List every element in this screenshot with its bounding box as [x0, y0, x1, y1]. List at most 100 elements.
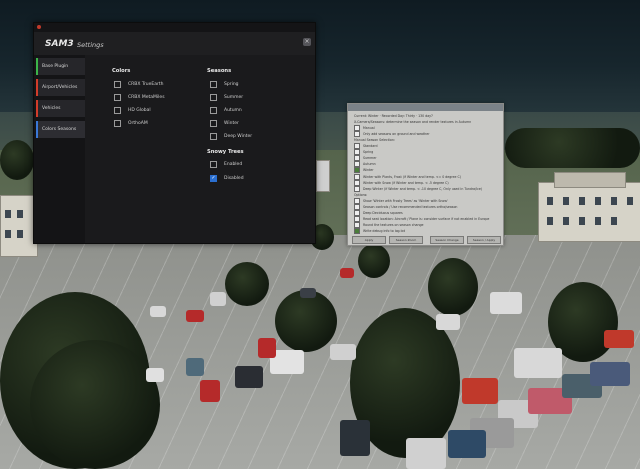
option-label: Autumn: [224, 108, 242, 113]
dialog-line-text: Summer: [363, 156, 377, 161]
building-right: [538, 182, 640, 242]
status-strip: [36, 58, 38, 75]
colors-heading: Colors: [112, 68, 131, 74]
car: [150, 306, 166, 317]
tree: [275, 290, 337, 352]
checkbox[interactable]: [210, 120, 217, 127]
status-strip: [36, 121, 38, 138]
checkbox[interactable]: [210, 107, 217, 114]
sidebar-item-label: Vehicles: [42, 106, 61, 111]
settings-panel: Colors CRBX TrueEarth CRBX MetaMiles HD …: [85, 55, 315, 243]
checkbox[interactable]: [354, 227, 360, 234]
car: [406, 438, 446, 469]
car: [210, 292, 226, 306]
building-mid: [316, 160, 330, 192]
tree: [428, 258, 478, 316]
car: [340, 420, 370, 456]
dialog-button[interactable]: Season / Apply: [467, 236, 501, 244]
car: [448, 430, 486, 458]
checkbox[interactable]: [114, 107, 121, 114]
option-label: Enabled: [224, 162, 243, 167]
sam3-settings-window: × SAM3 Settings Base Plugin Airport/Vehi…: [33, 22, 316, 244]
car: [490, 292, 522, 314]
option-label: CRBX MetaMiles: [128, 95, 165, 100]
dialog-line-text: Only add seasons on ground and weather: [363, 132, 430, 137]
checkbox[interactable]: [114, 81, 121, 88]
close-icon[interactable]: ×: [303, 38, 311, 46]
sidebar-item-label: Airport/Vehicles: [42, 85, 78, 90]
dialog-line-text: Winter with Snow (if Winter and temp. < …: [363, 180, 449, 185]
tree: [0, 140, 34, 180]
tree: [358, 244, 390, 278]
option-label: Summer: [224, 95, 244, 100]
checkbox[interactable]: [210, 161, 217, 168]
window-close-dot[interactable]: [37, 25, 41, 29]
checkbox[interactable]: [114, 94, 121, 101]
dialog-line-text: X-Camera/Seasons: determine the season a…: [354, 120, 472, 125]
dialog-button[interactable]: Apply: [352, 236, 386, 244]
checkbox[interactable]: [210, 133, 217, 140]
option-label: HD Global: [128, 108, 151, 113]
dialog-line-text: Season controls / Use recommended textur…: [363, 204, 458, 209]
dialog-line-text: Winter with Plants, Frost (if Winter and…: [363, 174, 461, 179]
car: [258, 338, 276, 358]
sidebar-item-colors-seasons[interactable]: Colors Seasons: [36, 121, 85, 138]
dialog-button[interactable]: Season Change: [430, 236, 464, 244]
option-label: Spring: [224, 82, 239, 87]
checkbox[interactable]: [114, 120, 121, 127]
dialog-line-text: Autumn: [363, 162, 376, 167]
dialog-line-text: Read seat location: Aircraft / Plane is:…: [363, 216, 490, 221]
dialog-titlebar[interactable]: [348, 104, 503, 111]
window-titlebar[interactable]: [34, 23, 315, 32]
car: [330, 344, 356, 360]
dialog-button[interactable]: Season Zoom: [389, 236, 423, 244]
dialog-line-text: Manual: [363, 126, 375, 131]
dialog-line-text: Write debug info to log.txt: [363, 228, 405, 233]
sidebar-item-vehicles[interactable]: Vehicles: [36, 100, 85, 117]
app-brand: SAM3: [45, 39, 74, 49]
dialog-line[interactable]: Deep Winter (if Winter and temp. < -10 d…: [354, 185, 483, 192]
building-right-back: [554, 172, 626, 188]
car: [300, 288, 316, 298]
sidebar-item-airport-vehicles[interactable]: Airport/Vehicles: [36, 79, 85, 96]
car: [340, 268, 354, 278]
car: [200, 380, 220, 402]
option-label: OrthoAM: [128, 121, 148, 126]
checkbox[interactable]: [210, 81, 217, 88]
car: [514, 348, 562, 378]
car: [186, 310, 204, 322]
tree: [30, 340, 160, 469]
dialog-line-text: Standard: [363, 144, 378, 149]
option-label: Deep Winter: [224, 134, 253, 139]
dialog-line-text: Show 'Winter with Frosty Trees' as 'Wint…: [363, 198, 448, 203]
sidebar-item-label: Base Plugin: [42, 64, 69, 69]
seasons-dialog: Current: Winter · Recorded Day: Thirty ·…: [347, 103, 504, 246]
seasons-heading: Seasons: [207, 68, 232, 74]
sidebar-item-label: Colors Seasons: [42, 127, 77, 132]
tree: [505, 128, 640, 168]
dialog-line-text: Deep Deciduous squares: [363, 210, 403, 215]
checkbox-checked[interactable]: ✓: [210, 175, 217, 182]
car: [186, 358, 204, 376]
checkbox[interactable]: [210, 94, 217, 101]
sidebar-item-base-plugin[interactable]: Base Plugin: [36, 58, 85, 75]
dialog-line-text: Current: Winter · Recorded Day: Thirty ·…: [354, 114, 433, 118]
tree: [225, 262, 269, 306]
dialog-line-text: Spring: [363, 150, 374, 155]
dialog-line-text: Round the textures on season change: [363, 222, 424, 227]
car: [604, 330, 634, 348]
car: [462, 378, 498, 404]
snowy-trees-heading: Snowy Trees: [207, 149, 244, 155]
dialog-line-text: Deep Winter (if Winter and temp. < -10 d…: [363, 186, 483, 191]
window-title: Settings: [77, 41, 104, 49]
sidebar: Base Plugin Airport/Vehicles Vehicles Co…: [34, 55, 85, 243]
option-label: Disabled: [224, 176, 244, 181]
option-label: Winter: [224, 121, 239, 126]
dialog-line-text: Manual Season Selection:: [354, 138, 395, 143]
dialog-line[interactable]: Write debug info to log.txt: [354, 227, 405, 234]
status-strip: [36, 79, 38, 96]
option-label: CRBX TrueEarth: [128, 82, 164, 87]
status-strip: [36, 100, 38, 117]
car: [590, 362, 630, 386]
car: [436, 314, 460, 330]
